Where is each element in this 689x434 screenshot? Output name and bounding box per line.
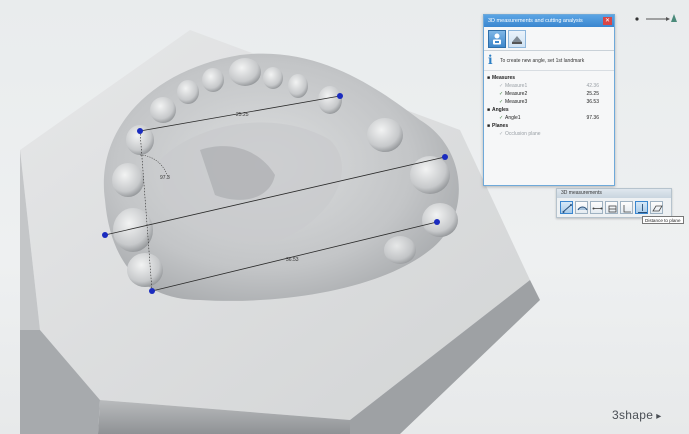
tab-cutting-analysis[interactable] xyxy=(508,30,526,48)
landmark-point[interactable] xyxy=(102,232,108,238)
panel-title: 3D measurements and cutting analysis xyxy=(488,18,583,24)
measurement-toolbar: 3D measurements xyxy=(556,188,672,218)
tree-item-measure1[interactable]: ✓ Measure1 42.36 xyxy=(487,82,611,90)
orientation-arrow-icon xyxy=(635,14,677,22)
view-orientation-widget[interactable] xyxy=(632,10,680,26)
tool-point-distance[interactable] xyxy=(590,201,603,214)
info-icon: i xyxy=(488,53,493,67)
tool-distance[interactable] xyxy=(560,201,573,214)
points-distance-icon xyxy=(592,207,603,210)
group-measures[interactable]: ■ Measures xyxy=(487,74,611,82)
angle-label: 97.3 xyxy=(160,175,170,181)
tab-measure-tool[interactable] xyxy=(488,30,506,48)
tool-angle[interactable] xyxy=(620,201,633,214)
tree-item-measure2[interactable]: ✓ Measure2 25.25 xyxy=(487,90,611,98)
surface-icon xyxy=(577,206,588,211)
ruler-icon xyxy=(562,204,572,213)
brand-logo: 3shape ▸ xyxy=(612,408,662,422)
tooltip: Distance to plane xyxy=(642,216,684,224)
measure-top-label: 25.25 xyxy=(236,112,249,118)
tool-plane[interactable] xyxy=(650,201,663,214)
landmark-point[interactable] xyxy=(149,288,155,294)
measurement-panel: 3D measurements and cutting analysis ✕ i… xyxy=(483,14,615,186)
model-slice-icon xyxy=(512,36,522,44)
group-angles[interactable]: ■ Angles xyxy=(487,106,611,114)
logo-mark-icon: ▸ xyxy=(653,411,662,422)
panel-titlebar[interactable]: 3D measurements and cutting analysis ✕ xyxy=(484,15,614,27)
close-button[interactable]: ✕ xyxy=(603,17,612,25)
dental-arch-model xyxy=(103,53,459,301)
landmark-point[interactable] xyxy=(434,219,440,225)
measure-bottom-label: 36.53 xyxy=(286,257,299,263)
tool-section[interactable] xyxy=(605,201,618,214)
hint-row: i To create new angle, set 1st landmark xyxy=(484,51,614,71)
person-measure-icon xyxy=(493,33,501,45)
tool-distance-to-plane[interactable] xyxy=(635,201,648,214)
hint-text: To create new angle, set 1st landmark xyxy=(500,58,585,64)
tree-item-occlusion-plane[interactable]: ✓ Occlusion plane xyxy=(487,130,611,138)
measurement-tree: ■ Measures ✓ Measure1 42.36 ✓ Measure2 25… xyxy=(484,71,614,138)
logo-text: 3shape xyxy=(612,408,654,422)
tree-item-angle1[interactable]: ✓ Angle1 97.36 xyxy=(487,114,611,122)
landmark-point[interactable] xyxy=(137,128,143,134)
group-planes[interactable]: ■ Planes xyxy=(487,122,611,130)
toolbar-title: 3D measurements xyxy=(557,189,671,198)
group-angles-label: Angles xyxy=(492,107,509,113)
angle-icon xyxy=(623,205,631,213)
tree-item-measure3[interactable]: ✓ Measure3 36.53 xyxy=(487,98,611,106)
panel-tabs xyxy=(484,27,614,51)
group-planes-label: Planes xyxy=(492,123,509,129)
group-measures-label: Measures xyxy=(492,75,516,81)
section-icon xyxy=(608,205,617,213)
plane-icon xyxy=(652,205,663,212)
distance-to-plane-icon xyxy=(638,204,647,213)
tool-surface[interactable] xyxy=(575,201,588,214)
landmark-point[interactable] xyxy=(442,154,448,160)
landmark-point[interactable] xyxy=(337,93,343,99)
